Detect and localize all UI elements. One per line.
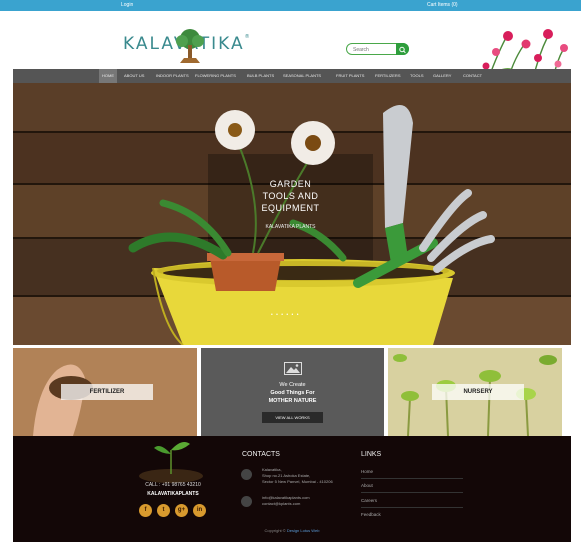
footer-call: CALL : +91 98765 43210 [145,482,201,488]
search-input[interactable] [353,45,393,54]
works-line-3: MOTHER NATURE [268,398,317,404]
nav-fertilizers[interactable]: Fertilizers [375,69,401,83]
nav-fruit-plants[interactable]: Fruit Plants [336,69,364,83]
header: KALAVATIKA® [0,11,581,80]
nav-home[interactable]: Home [99,69,117,83]
search-button[interactable] [396,43,409,55]
hero-subtitle: KALAVATIKA PLANTS [265,224,316,230]
location-icon [241,469,252,480]
nursery-tile[interactable]: NURSERY [388,348,562,436]
nav-indoor-plants[interactable]: Indoor Plants [156,69,189,83]
nursery-label: NURSERY [432,384,524,400]
fertilizer-label: FERTILIZER [61,384,153,400]
footer: CALL : +91 98765 43210 KALAVATIKAPLANTS … [13,436,571,542]
login-link[interactable]: Login [121,2,133,8]
nav-bulb-plants[interactable]: Bulb Plants [247,69,274,83]
main-nav: Home About Us Indoor Plants Flowering Pl… [13,69,571,83]
footer-link-home[interactable]: Home [361,469,373,474]
hero-title: Garden Tools and Equipment [261,179,320,213]
fertilizer-tile[interactable]: FERTILIZER [13,348,197,436]
facebook-icon[interactable]: f [139,504,152,517]
tree-logo-icon [176,29,204,63]
cart-link[interactable]: Cart Items (0) [427,2,458,8]
view-all-works-button[interactable]: View all works [262,412,323,423]
works-tile: We Create Good Things For MOTHER NATURE … [201,348,384,436]
footer-brand: KALAVATIKAPLANTS [147,491,199,497]
search-box [346,43,409,55]
logo-registered-mark: ® [244,34,252,40]
developer-link[interactable]: Design Lotus Web [287,528,320,533]
footer-link-careers[interactable]: Careers [361,498,377,503]
page: Login Cart Items (0) KALAVATIKA® [0,0,581,542]
works-text: We Create Good Things For MOTHER NATURE [201,381,384,405]
hero-caption: Garden Tools and Equipment KALAVATIKA PL… [208,154,373,230]
footer-address: Kalavatika, Shop no.21 Ashoka Estate, Se… [262,467,333,485]
copyright: Copyright © Design Lotus Web [13,528,571,533]
google-plus-icon[interactable]: g+ [175,504,188,517]
works-line-1: We Create [279,382,306,388]
footer-link-feedback[interactable]: Feedback [361,512,381,517]
top-bar: Login Cart Items (0) [0,0,581,11]
linkedin-icon[interactable]: in [193,504,206,517]
nav-about-us[interactable]: About Us [124,69,144,83]
links-heading: LINKS [361,451,382,458]
email-icon [241,496,252,507]
works-line-2: Good Things For [270,390,315,396]
twitter-icon[interactable]: t [157,504,170,517]
nav-tools[interactable]: Tools [410,69,424,83]
sapling-soil-image [139,442,203,483]
email-line-2[interactable]: contact@kplants.com [262,501,310,507]
search-icon [399,46,406,54]
nav-contact[interactable]: Contact [463,69,482,83]
image-icon [284,362,302,375]
nav-seasonal-plants[interactable]: Seasonal Plants [283,69,321,83]
copyright-text: Copyright © [264,528,287,533]
footer-link-divider [361,478,463,479]
footer-link-about[interactable]: About [361,483,373,488]
address-line-3: Sector 5 New Panvel, Mumbai - 410206 [262,479,333,484]
hero-slider: Garden Tools and Equipment KALAVATIKA PL… [13,83,571,345]
nav-gallery[interactable]: Gallery [433,69,451,83]
slider-pagination[interactable]: • • • • • • [271,312,299,318]
footer-link-divider [361,492,463,493]
footer-email: info@kalavatikaplants.com contact@kplant… [262,495,310,507]
nav-flowering-plants[interactable]: Flowering Plants [195,69,236,83]
contacts-heading: CONTACTS [242,451,280,458]
footer-link-divider [361,507,463,508]
